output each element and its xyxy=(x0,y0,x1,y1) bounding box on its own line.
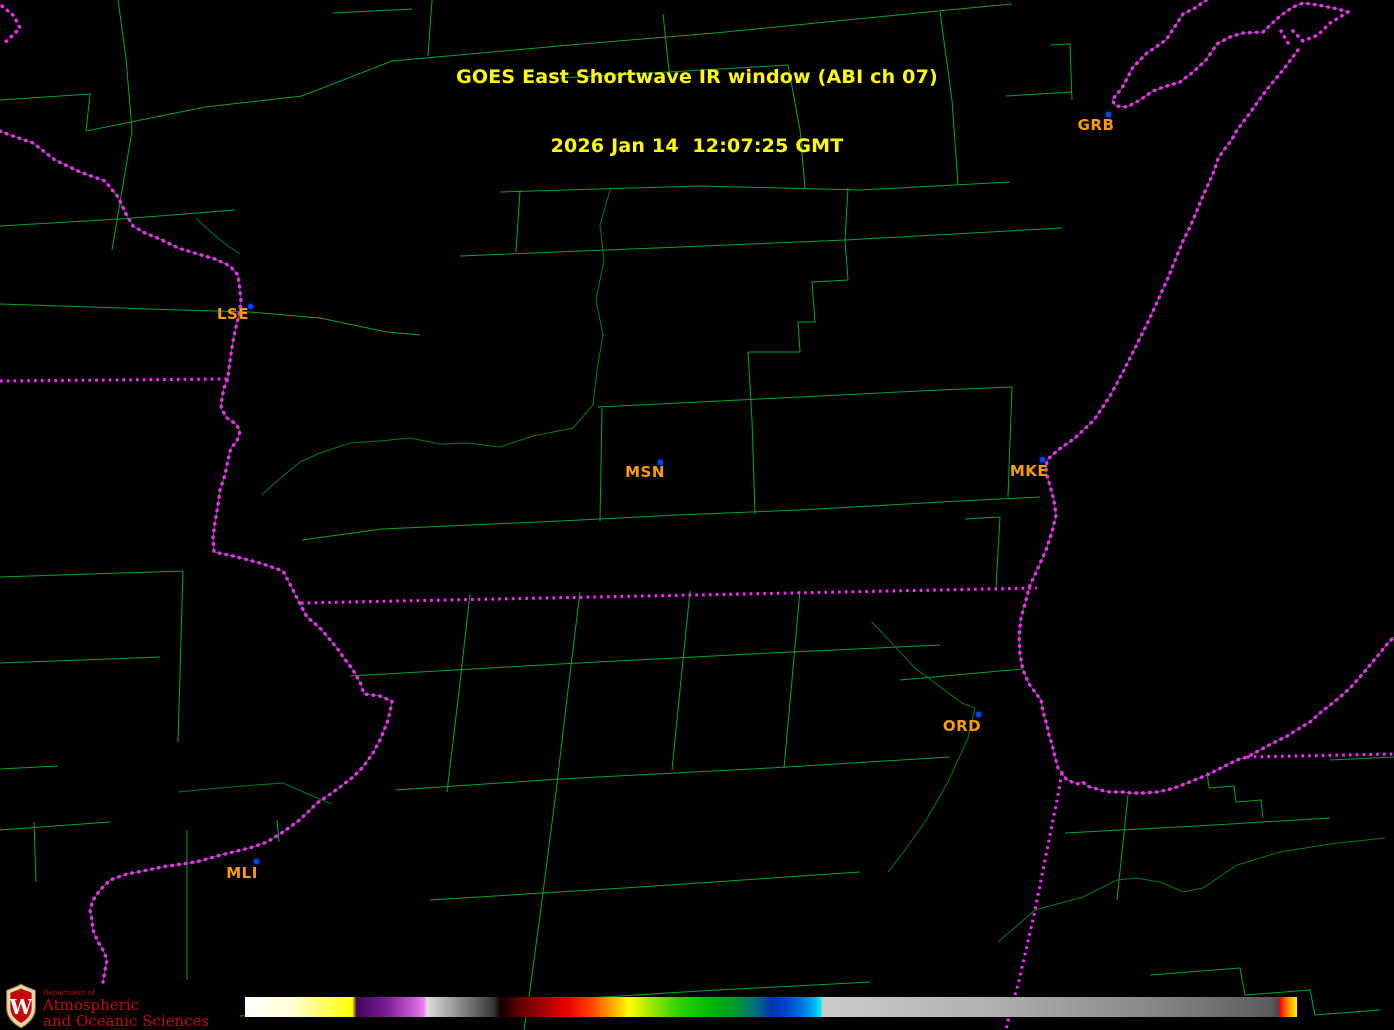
image-title: GOES East Shortwave IR window (ABI ch 07… xyxy=(0,20,1394,204)
black-river xyxy=(196,218,240,254)
aos-logo: W Department of Atmospheric and Oceanic … xyxy=(5,983,209,1029)
wisconsin-river xyxy=(262,190,610,495)
image-title-line1: GOES East Shortwave IR window (ABI ch 07… xyxy=(0,66,1394,89)
state-border-dots xyxy=(0,379,1394,1030)
station-label-LSE: LSE xyxy=(217,305,249,323)
rivers xyxy=(178,190,1385,942)
station-label-GRB: GRB xyxy=(1078,116,1115,134)
svg-text:W: W xyxy=(9,995,33,1019)
mississippi-river-channel xyxy=(0,131,392,982)
wi-il-border xyxy=(301,588,1037,603)
aos-logo-text: Department of Atmospheric and Oceanic Sc… xyxy=(43,983,209,1029)
station-label-ORD: ORD xyxy=(943,717,981,735)
kankakee-river xyxy=(998,838,1385,942)
station-label-MLI: MLI xyxy=(226,864,258,882)
uw-crest-icon: W xyxy=(5,983,37,1029)
il-in-border xyxy=(1006,773,1062,1030)
satellite-image-viewport: GOES East Shortwave IR window (ABI ch 07… xyxy=(0,0,1394,1030)
mississippi-river-dots xyxy=(0,131,392,982)
tributary-river xyxy=(178,783,332,804)
image-title-line2: 2026 Jan 14 12:07:25 GMT xyxy=(0,135,1394,158)
temperature-colorbar xyxy=(245,997,1297,1017)
station-label-MKE: MKE xyxy=(1010,462,1048,480)
mn-ia-border xyxy=(0,379,227,381)
mi-in-border xyxy=(1247,754,1394,757)
rock-river xyxy=(872,622,975,872)
station-label-MSN: MSN xyxy=(625,463,665,481)
aos-logo-name2: and Oceanic Sciences xyxy=(43,1013,209,1029)
aos-logo-name1: Atmospheric xyxy=(43,997,209,1013)
